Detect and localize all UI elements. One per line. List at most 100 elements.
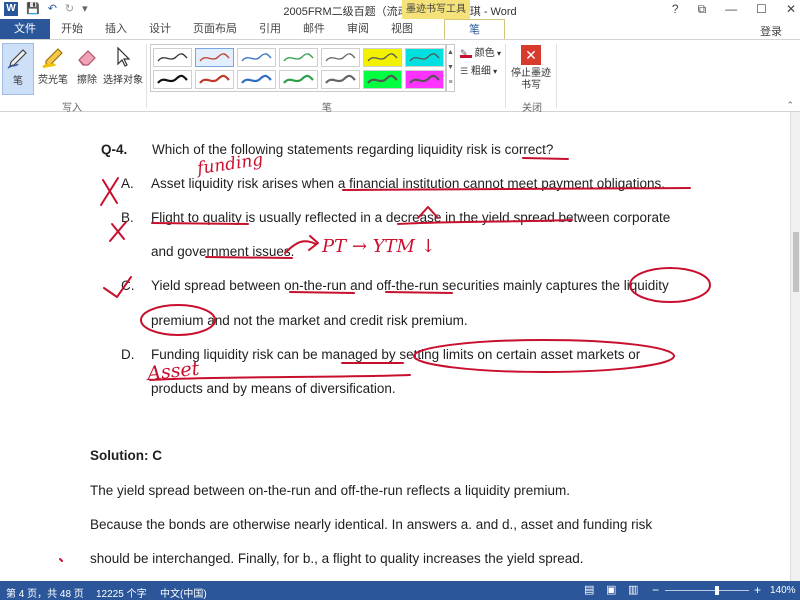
pen-style-swatch[interactable] xyxy=(153,48,192,67)
ribbon-display-icon[interactable]: ⧉ xyxy=(698,2,707,17)
zoom-level[interactable]: 140% xyxy=(770,585,796,596)
tab-review[interactable]: 审阅 xyxy=(336,19,380,39)
highlighter-icon xyxy=(36,43,70,71)
tab-home[interactable]: 开始 xyxy=(50,19,94,39)
option-b-text-line2: and government issues. xyxy=(151,244,295,259)
ink-underline-correct xyxy=(522,157,569,160)
collapse-ribbon-icon[interactable]: ⌃ xyxy=(786,100,794,111)
pen-tool-label: 笔 xyxy=(13,76,23,87)
pen-icon xyxy=(3,44,33,72)
pen-style-swatch[interactable] xyxy=(195,70,234,89)
eraser-icon xyxy=(71,43,103,71)
option-b-letter: B. xyxy=(121,210,134,225)
pen-color-button[interactable]: ✎ 颜色 ▾ xyxy=(460,44,501,59)
pen-stroke-icon xyxy=(283,74,314,84)
solution-line-1: The yield spread between on-the-run and … xyxy=(90,483,571,498)
option-a-letter: A. xyxy=(121,176,134,191)
close-icon[interactable]: ✕ xyxy=(786,2,796,17)
zoom-slider[interactable] xyxy=(665,586,749,595)
tab-pens[interactable]: 笔 xyxy=(444,19,505,39)
pen-style-swatch[interactable] xyxy=(195,48,234,67)
question-text: Which of the following statements regard… xyxy=(152,142,554,157)
select-objects-button[interactable]: 选择对象 xyxy=(103,43,143,86)
eraser-tool-button[interactable]: 擦除 xyxy=(71,43,103,86)
pen-gallery xyxy=(150,44,446,92)
stop-inking-button[interactable]: ✕ 停止墨迹书写 xyxy=(510,43,552,92)
pen-style-swatch[interactable] xyxy=(405,48,444,67)
pen-style-swatch[interactable] xyxy=(279,70,318,89)
pen-stroke-icon xyxy=(409,74,440,84)
pen-color-icon: ✎ xyxy=(460,48,472,58)
option-c-letter: C. xyxy=(121,278,135,293)
page-count[interactable]: 第 4 页，共 48 页 xyxy=(6,585,84,600)
tab-references[interactable]: 引用 xyxy=(248,19,292,39)
read-mode-icon[interactable]: ▤ xyxy=(584,583,594,596)
gallery-scroll[interactable]: ▲ ▼ ≡ xyxy=(446,44,455,92)
word-count[interactable]: 12225 个字 xyxy=(96,585,147,600)
pen-stroke-icon xyxy=(157,74,188,84)
tab-mailings[interactable]: 邮件 xyxy=(292,19,336,39)
pen-stroke-icon xyxy=(199,53,230,62)
pen-stroke-icon xyxy=(367,74,398,84)
option-d-text-line1: Funding liquidity risk can be managed by… xyxy=(151,347,641,362)
pen-style-swatch[interactable] xyxy=(153,70,192,89)
language-indicator[interactable]: 中文(中国) xyxy=(160,585,207,600)
tab-file[interactable]: 文件 xyxy=(0,19,50,39)
pen-style-swatch[interactable] xyxy=(321,48,360,67)
pen-stroke-icon xyxy=(241,74,272,84)
maximize-icon[interactable]: ☐ xyxy=(756,2,767,17)
highlighter-tool-button[interactable]: 荧光笔 xyxy=(36,43,70,86)
select-objects-label: 选择对象 xyxy=(103,75,143,86)
pen-style-swatch[interactable] xyxy=(363,70,402,89)
tab-view[interactable]: 视图 xyxy=(380,19,424,39)
ribbon-tabs: 文件 开始 插入 设计 页面布局 引用 邮件 审阅 视图 笔 xyxy=(0,19,800,39)
stop-x-icon: ✕ xyxy=(521,45,541,65)
ink-ribbon: 笔 荧光笔 擦除 选择对象 写入 ▲ ▼ ≡ ✎ 颜色 ▾ ☰ 粗细 ▾ 笔 ✕… xyxy=(0,39,800,114)
tab-layout[interactable]: 页面布局 xyxy=(182,19,248,39)
title-bar: W 💾 ↶ ↻ ▾ 2005FRM二级百题（流动性风险）_周琪 - Word 墨… xyxy=(0,0,800,19)
pen-style-swatch[interactable] xyxy=(237,70,276,89)
zoom-in-icon[interactable]: + xyxy=(754,583,761,597)
ribbon-separator xyxy=(146,44,147,108)
pen-style-swatch[interactable] xyxy=(405,70,444,89)
pen-thickness-label: 粗细 xyxy=(470,66,491,77)
pen-style-swatch[interactable] xyxy=(363,48,402,67)
ink-dot xyxy=(59,558,63,562)
ink-tools-context-title: 墨迹书写工具 xyxy=(402,0,470,19)
vertical-scrollbar[interactable] xyxy=(790,112,800,581)
print-layout-icon[interactable]: ▣ xyxy=(606,583,616,596)
select-cursor-icon xyxy=(103,43,143,71)
solution-label: Solution: C xyxy=(90,448,162,463)
option-b-text-line1: Flight to quality is usually reflected i… xyxy=(151,210,671,225)
pen-stroke-icon xyxy=(241,53,272,62)
pen-style-swatch[interactable] xyxy=(237,48,276,67)
pen-style-swatch[interactable] xyxy=(279,48,318,67)
ink-cross-mark-a xyxy=(100,177,119,206)
zoom-slider-thumb[interactable] xyxy=(714,586,719,595)
sign-in-link[interactable]: 登录 xyxy=(760,23,782,39)
zoom-out-icon[interactable]: − xyxy=(652,583,659,597)
option-a-text: Asset liquidity risk arises when a finan… xyxy=(151,176,666,191)
ink-underline-products xyxy=(149,374,411,381)
pen-stroke-icon xyxy=(325,74,356,84)
minimize-icon[interactable]: — xyxy=(725,2,737,17)
pen-color-label: 颜色 xyxy=(474,48,495,59)
pen-style-swatch[interactable] xyxy=(321,70,360,89)
eraser-tool-label: 擦除 xyxy=(77,75,97,86)
tab-insert[interactable]: 插入 xyxy=(94,19,138,39)
web-layout-icon[interactable]: ▥ xyxy=(628,583,638,596)
document-page[interactable]: Q-4. Which of the following statements r… xyxy=(0,112,800,581)
question-label: Q-4. xyxy=(101,142,128,157)
tab-design[interactable]: 设计 xyxy=(138,19,182,39)
window-controls: ? ⧉ — ☐ ✕ xyxy=(672,2,796,17)
pen-stroke-icon xyxy=(325,53,356,62)
scrollbar-thumb[interactable] xyxy=(793,232,799,292)
pen-tool-button[interactable]: 笔 xyxy=(2,43,34,95)
pen-stroke-icon xyxy=(199,74,230,84)
highlighter-tool-label: 荧光笔 xyxy=(38,75,68,86)
help-icon[interactable]: ? xyxy=(672,2,679,17)
stop-inking-label: 停止墨迹书写 xyxy=(511,68,551,91)
ink-note-pt-ytm: PT → YTM ↓ xyxy=(321,236,436,257)
solution-line-3: should be interchanged. Finally, for b.,… xyxy=(90,551,584,566)
pen-thickness-button[interactable]: ☰ 粗细 ▾ xyxy=(460,62,497,77)
